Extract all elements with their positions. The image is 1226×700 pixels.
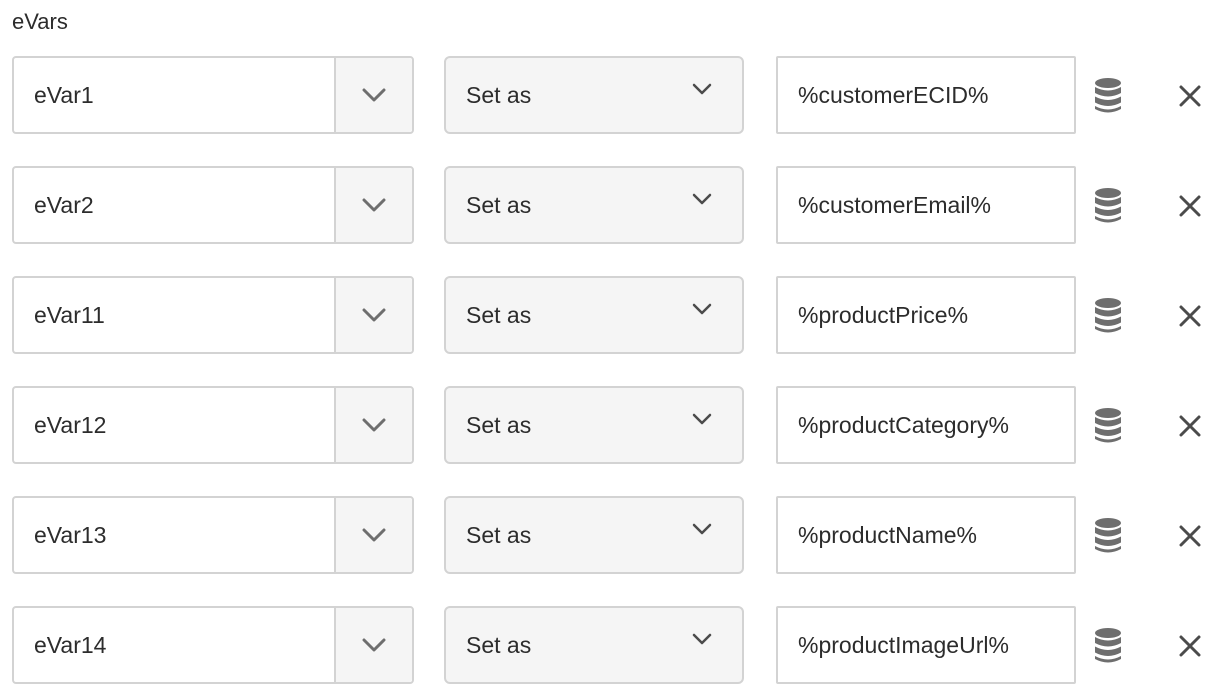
evar-picker-input[interactable] [14, 608, 335, 682]
evar-picker [12, 56, 414, 134]
evar-row: Set as [12, 166, 1222, 244]
action-select-value: Set as [466, 302, 532, 328]
evar-picker-toggle-button[interactable] [334, 608, 412, 682]
action-select[interactable]: Set as [444, 606, 744, 684]
remove-row-button[interactable] [1172, 628, 1208, 664]
value-input[interactable] [778, 278, 1074, 352]
data-element-button[interactable] [1092, 516, 1124, 556]
chevron-down-icon [692, 83, 712, 95]
evar-picker-toggle-button[interactable] [334, 278, 412, 352]
evar-row: Set as [12, 56, 1222, 134]
evar-picker [12, 606, 414, 684]
evar-row: Set as [12, 276, 1222, 354]
evar-picker-toggle-button[interactable] [334, 58, 412, 132]
chevron-down-icon [362, 308, 386, 322]
value-field [776, 496, 1076, 574]
close-icon [1179, 415, 1201, 437]
evar-row: Set as [12, 496, 1222, 574]
data-element-button[interactable] [1092, 626, 1124, 666]
action-select-value: Set as [466, 192, 532, 218]
evar-row: Set as [12, 386, 1222, 464]
value-input[interactable] [778, 388, 1074, 462]
close-icon [1179, 85, 1201, 107]
evar-picker-input[interactable] [14, 498, 335, 572]
action-select-value: Set as [466, 82, 532, 108]
database-icon [1095, 78, 1121, 113]
evar-picker-input[interactable] [14, 168, 335, 242]
evar-row: Set as [12, 606, 1222, 684]
value-field [776, 386, 1076, 464]
chevron-down-icon [692, 303, 712, 315]
evar-rows: Set as Set as [12, 56, 1222, 684]
value-input[interactable] [778, 168, 1074, 242]
remove-row-button[interactable] [1172, 518, 1208, 554]
value-input[interactable] [778, 608, 1074, 682]
value-input[interactable] [778, 498, 1074, 572]
close-icon [1179, 195, 1201, 217]
action-select-value: Set as [466, 522, 532, 548]
value-input[interactable] [778, 58, 1074, 132]
chevron-down-icon [362, 418, 386, 432]
data-element-button[interactable] [1092, 186, 1124, 226]
remove-row-button[interactable] [1172, 408, 1208, 444]
value-field [776, 56, 1076, 134]
database-icon [1095, 298, 1121, 333]
chevron-down-icon [692, 523, 712, 535]
close-icon [1179, 525, 1201, 547]
remove-row-button[interactable] [1172, 298, 1208, 334]
data-element-button[interactable] [1092, 76, 1124, 116]
evar-picker-toggle-button[interactable] [334, 168, 412, 242]
close-icon [1179, 635, 1201, 657]
remove-row-button[interactable] [1172, 188, 1208, 224]
chevron-down-icon [362, 198, 386, 212]
chevron-down-icon [362, 88, 386, 102]
action-select[interactable]: Set as [444, 386, 744, 464]
action-select[interactable]: Set as [444, 56, 744, 134]
chevron-down-icon [362, 528, 386, 542]
chevron-down-icon [362, 638, 386, 652]
database-icon [1095, 188, 1121, 223]
data-element-button[interactable] [1092, 406, 1124, 446]
evar-picker-input[interactable] [14, 388, 335, 462]
value-field [776, 606, 1076, 684]
close-icon [1179, 305, 1201, 327]
action-select-value: Set as [466, 412, 532, 438]
chevron-down-icon [692, 413, 712, 425]
evar-picker-toggle-button[interactable] [334, 388, 412, 462]
evar-picker-toggle-button[interactable] [334, 498, 412, 572]
evar-picker-input[interactable] [14, 58, 335, 132]
remove-row-button[interactable] [1172, 78, 1208, 114]
action-select[interactable]: Set as [444, 496, 744, 574]
database-icon [1095, 408, 1121, 443]
chevron-down-icon [692, 633, 712, 645]
evars-section-label: eVars [12, 9, 68, 34]
action-select-value: Set as [466, 632, 532, 658]
evar-picker [12, 496, 414, 574]
chevron-down-icon [692, 193, 712, 205]
evar-picker [12, 386, 414, 464]
evar-picker-input[interactable] [14, 278, 335, 352]
value-field [776, 276, 1076, 354]
value-field [776, 166, 1076, 244]
evar-picker [12, 276, 414, 354]
database-icon [1095, 518, 1121, 553]
database-icon [1095, 628, 1121, 663]
action-select[interactable]: Set as [444, 276, 744, 354]
data-element-button[interactable] [1092, 296, 1124, 336]
action-select[interactable]: Set as [444, 166, 744, 244]
evar-picker [12, 166, 414, 244]
